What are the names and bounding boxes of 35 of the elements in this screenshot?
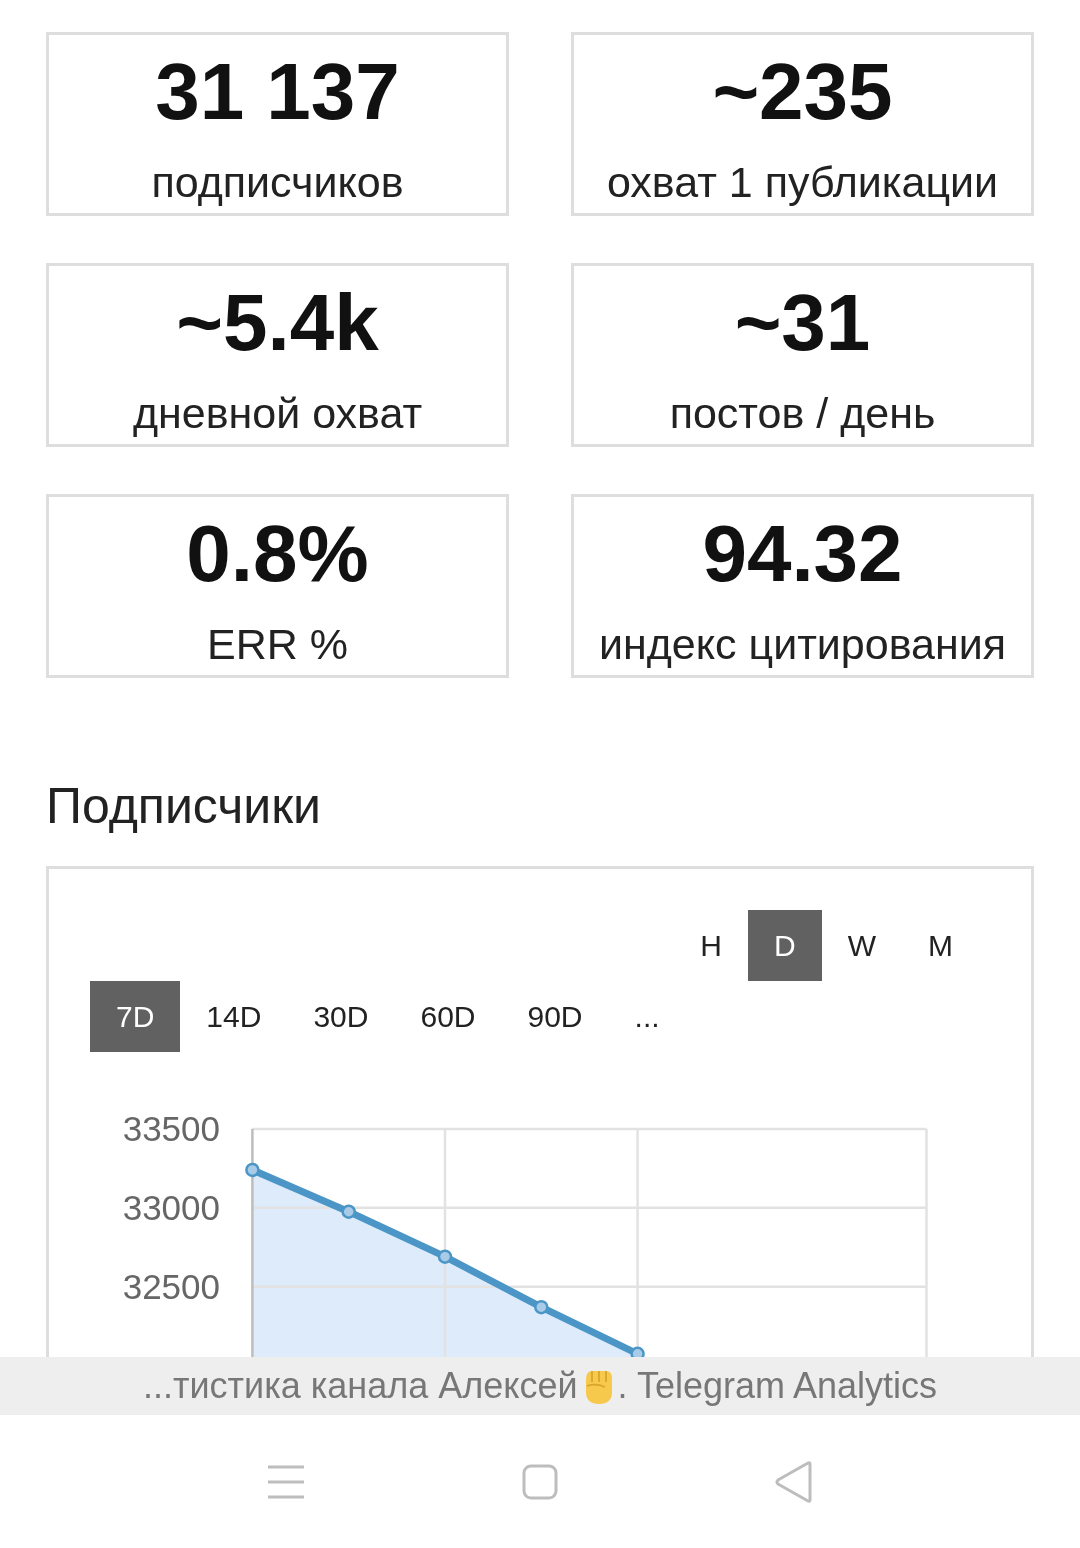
page-title-text: . Telegram Analytics (617, 1368, 938, 1404)
stat-value: ~5.4k (176, 283, 379, 363)
page-title-text: ...тистика канала Алексей (142, 1368, 578, 1404)
interval-tab[interactable]: H (674, 910, 748, 981)
stat-label: ERR % (207, 623, 348, 666)
range-tab[interactable]: ... (608, 981, 686, 1052)
back-icon[interactable] (775, 1460, 813, 1503)
range-tab[interactable]: 30D (287, 981, 395, 1052)
y-tick-label: 33000 (122, 1188, 220, 1228)
stat-label: постов / день (669, 392, 936, 435)
interval-tab[interactable]: W (821, 910, 902, 981)
data-point (534, 1299, 549, 1315)
stat-value: ~235 (712, 52, 893, 132)
stat-value: 31 137 (155, 52, 400, 132)
stat-label: дневной охват (132, 392, 423, 435)
stat-value: 0.8% (186, 514, 369, 594)
range-tab[interactable]: 14D (180, 981, 288, 1052)
y-tick-label: 32500 (122, 1267, 220, 1307)
square-icon[interactable] (522, 1463, 558, 1500)
stat-label: индекс цитирования (599, 623, 1006, 666)
range-tab[interactable]: 7D (90, 981, 181, 1052)
range-tab[interactable]: 60D (394, 981, 502, 1052)
interval-tab[interactable]: M (902, 910, 979, 981)
menu-icon[interactable] (267, 1464, 305, 1499)
stat-label: подписчиков (151, 161, 404, 204)
y-tick-label: 33500 (122, 1109, 220, 1149)
section-title: Подписчики (46, 781, 322, 831)
data-point (341, 1204, 356, 1219)
range-tab[interactable]: 90D (501, 981, 609, 1052)
data-point (437, 1249, 453, 1264)
data-point (245, 1162, 260, 1178)
stat-value: ~31 (734, 283, 871, 363)
stat-value: 94.32 (702, 514, 903, 594)
interval-tab[interactable]: D (748, 910, 822, 981)
stat-label: охват 1 публикации (606, 161, 999, 204)
